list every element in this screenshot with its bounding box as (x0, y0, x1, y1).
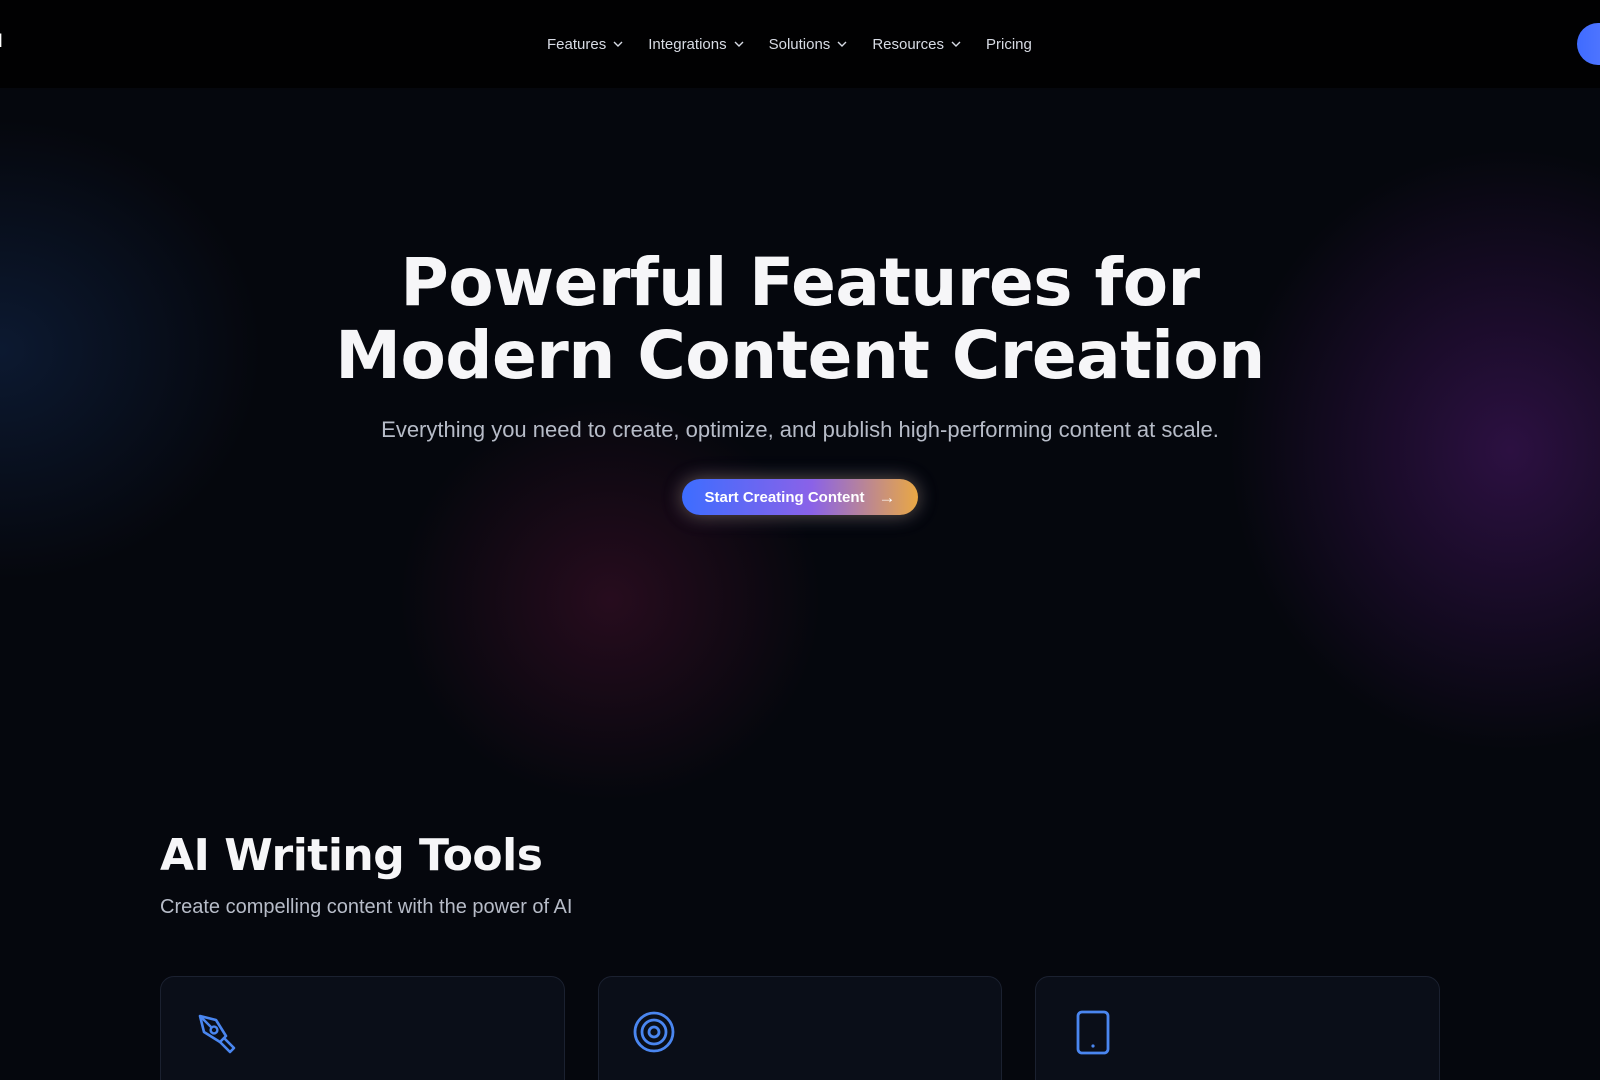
nav-item-solutions[interactable]: Solutions (769, 36, 849, 53)
nav-item-label: Integrations (648, 35, 727, 53)
start-creating-content-button[interactable]: Start Creating Content → (682, 479, 918, 515)
chevron-down-icon (612, 38, 624, 50)
nav-item-pricing[interactable]: Pricing (986, 36, 1032, 53)
section-title: AI Writing Tools (160, 830, 543, 881)
feature-card[interactable] (597, 976, 1003, 1080)
top-navigation-bar: I Features Integrations Solutions (0, 0, 1600, 88)
nav-item-label: Solutions (768, 35, 831, 53)
nav-item-label: Features (547, 35, 607, 53)
feature-cards (160, 976, 1441, 1080)
target-icon (632, 1010, 680, 1058)
section-subtitle: Create compelling content with the power… (160, 896, 573, 918)
logo[interactable]: I (0, 30, 3, 52)
nav-item-label: Resources (872, 35, 945, 53)
page: I Features Integrations Solutions (0, 0, 1600, 1080)
hero-section: Powerful Features for Modern Content Cre… (0, 88, 1600, 515)
arrow-right-icon: → (878, 487, 896, 507)
chevron-down-icon (950, 38, 962, 50)
hero-title-line-1: Powerful Features for (400, 244, 1200, 321)
nav-item-integrations[interactable]: Integrations (648, 36, 744, 53)
hero-title-line-2: Modern Content Creation (335, 317, 1265, 394)
ai-writing-tools-section: AI Writing Tools Create compelling conte… (160, 830, 1440, 919)
feature-card[interactable] (160, 976, 565, 1080)
chevron-down-icon (836, 38, 848, 50)
hero-title: Powerful Features for Modern Content Cre… (300, 246, 1300, 392)
main-nav: Features Integrations Solutions Resource… (547, 0, 1056, 88)
nav-item-resources[interactable]: Resources (872, 36, 962, 53)
nav-item-label: Pricing (986, 35, 1032, 53)
chevron-down-icon (733, 38, 745, 50)
tablet-icon (1069, 1010, 1117, 1058)
pen-nib-icon (194, 1010, 242, 1058)
feature-card[interactable] (1035, 976, 1441, 1080)
nav-item-features[interactable]: Features (547, 36, 624, 53)
header-cta-button[interactable] (1577, 23, 1600, 65)
hero-subtitle: Everything you need to create, optimize,… (381, 417, 1219, 442)
cta-label: Start Creating Content (704, 488, 865, 506)
